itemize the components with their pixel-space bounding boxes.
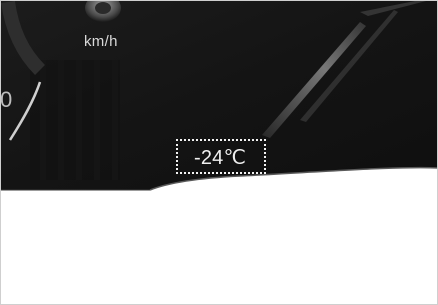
instrument-cluster-screen: 0 km/h -24℃ xyxy=(0,0,438,305)
speedometer-partial-digit: 0 xyxy=(0,87,13,112)
speed-unit-label: km/h xyxy=(84,33,118,50)
outside-temperature-value: -24℃ xyxy=(194,147,247,169)
